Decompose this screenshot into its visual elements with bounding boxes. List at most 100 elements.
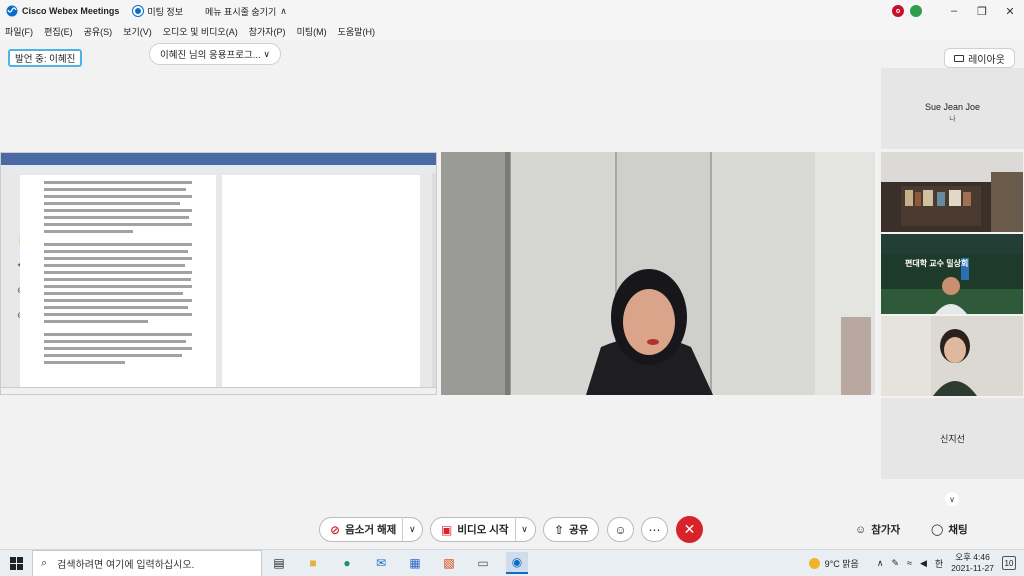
- notification-center-icon[interactable]: 10: [1002, 556, 1016, 570]
- participant-video-2[interactable]: 편대학 교수 밀상회: [881, 234, 1023, 314]
- menu-view[interactable]: 보기(V): [123, 25, 152, 38]
- shared-screen[interactable]: ✋ ❖ ⊕ ⊖: [0, 152, 437, 395]
- show-hidden-icons-icon[interactable]: ∧: [877, 558, 884, 569]
- reactions-button[interactable]: ☺: [607, 517, 634, 542]
- shared-content-selector[interactable]: 이혜진 님의 응용프로그... ∨: [149, 43, 281, 65]
- menu-help[interactable]: 도움말(H): [338, 25, 375, 38]
- participant-video-3-frame: [881, 316, 1023, 396]
- close-icon[interactable]: ✕: [996, 0, 1024, 22]
- self-participant-name: Sue Jean Joe: [924, 102, 981, 112]
- more-icon: ⋯: [648, 522, 661, 537]
- file-explorer-icon[interactable]: ■: [302, 552, 324, 574]
- active-speaker-indicator: 발언 중: 이혜진: [8, 49, 83, 67]
- menu-bar: 파일(F) 편집(E) 공유(S) 보기(V) 오디오 및 비디오(A) 참가자…: [0, 22, 1024, 40]
- task-view-icon[interactable]: ▤: [268, 552, 290, 574]
- title-bar: Cisco Webex Meetings 미팅 정보 메뉴 표시줄 숨기기 ∧ …: [0, 0, 1024, 22]
- menu-audio-video[interactable]: 오디오 및 비디오(A): [163, 25, 238, 38]
- sun-icon: [808, 557, 820, 569]
- document-page-right: [222, 175, 420, 387]
- participant-video-2-banner: 편대학 교수 밀상회: [905, 259, 969, 268]
- webex-logo-icon: [6, 5, 18, 17]
- layout-button[interactable]: 레이아웃: [944, 48, 1015, 68]
- edge-icon[interactable]: ●: [336, 552, 358, 574]
- video-off-icon: ▣: [441, 522, 453, 537]
- video-options-chevron-icon[interactable]: ∨: [516, 524, 534, 535]
- windows-taskbar: ⌕ 검색하려면 여기에 입력하십시오. ▤ ■ ● ✉ ▦ ▧ ▭ ◉ 9°C …: [0, 549, 1024, 576]
- layout-label: 레이아웃: [968, 54, 1005, 66]
- hide-menu-label: 메뉴 표시줄 숨기기: [205, 6, 277, 17]
- participants-label: 참가자: [871, 524, 901, 536]
- unmute-button[interactable]: ⊘ 음소거 해제 ∨: [319, 517, 423, 542]
- pen-icon[interactable]: ✎: [891, 558, 899, 569]
- participant-video-3[interactable]: [881, 316, 1023, 396]
- participant-name: 신지선: [940, 434, 965, 444]
- webex-taskbar-icon[interactable]: ◉: [506, 552, 528, 574]
- close-icon: ✕: [683, 521, 696, 537]
- restore-icon[interactable]: ❐: [968, 0, 996, 22]
- hide-menu-button[interactable]: 메뉴 표시줄 숨기기 ∧: [205, 5, 287, 18]
- search-placeholder: 검색하려면 여기에 입력하십시오.: [57, 559, 195, 571]
- volume-icon[interactable]: ◀: [920, 558, 927, 569]
- chevron-up-icon: ∧: [280, 5, 287, 16]
- taskbar-clock[interactable]: 오후 4:46 2021-11-27: [951, 552, 994, 574]
- search-icon: ⌕: [41, 556, 48, 569]
- network-health-icon[interactable]: [910, 5, 922, 17]
- system-tray: 9°C 맑음 ∧ ✎ ≈ ◀ 한 오후 4:46 2021-11-27 10: [808, 552, 1024, 574]
- layout-icon: [954, 54, 965, 62]
- store-icon[interactable]: ▦: [404, 552, 426, 574]
- shared-app-ribbon: [1, 153, 436, 165]
- start-button[interactable]: [0, 550, 32, 576]
- participant-video-1-frame: [881, 152, 1023, 232]
- participant-tile-audio-only[interactable]: 신지선: [881, 398, 1024, 479]
- meeting-controls: ⊘ 음소거 해제 ∨ ▣ 비디오 시작 ∨ ⇧ 공유 ☺ ⋯ ✕ ☺ 참가자 ◯…: [0, 509, 1024, 549]
- minimize-icon[interactable]: –: [940, 0, 968, 22]
- scroll-participants-down-icon[interactable]: ∨: [945, 492, 959, 506]
- menu-file[interactable]: 파일(F): [5, 25, 33, 38]
- chat-label: 채팅: [948, 524, 968, 536]
- participant-video-2-frame: [881, 234, 1023, 314]
- participant-video-1[interactable]: [881, 152, 1023, 232]
- emoji-icon: ☺: [614, 522, 627, 537]
- menu-edit[interactable]: 편집(E): [44, 25, 73, 38]
- clock-time: 오후 4:46: [955, 552, 990, 562]
- share-button[interactable]: ⇧ 공유: [543, 517, 599, 542]
- audio-options-chevron-icon[interactable]: ∨: [403, 524, 421, 535]
- chevron-down-icon: ∨: [263, 48, 270, 59]
- weather-widget[interactable]: 9°C 맑음: [808, 557, 859, 570]
- share-label: 공유: [569, 524, 589, 536]
- account-badge-icon[interactable]: o: [892, 5, 904, 17]
- start-video-label: 비디오 시작: [457, 524, 509, 536]
- meeting-info-label: 미팅 정보: [147, 6, 183, 17]
- more-options-button[interactable]: ⋯: [641, 517, 668, 542]
- clock-date: 2021-11-27: [951, 563, 994, 573]
- speaker-video-frame: [441, 152, 875, 395]
- shared-content-label: 이혜진 님의 응용프로그...: [160, 50, 261, 61]
- start-video-button[interactable]: ▣ 비디오 시작 ∨: [430, 517, 536, 542]
- chat-button[interactable]: ◯ 채팅: [931, 522, 968, 537]
- leave-meeting-button[interactable]: ✕: [676, 516, 703, 543]
- hwp-document-icon[interactable]: ▭: [472, 552, 494, 574]
- shared-app-statusbar: [1, 387, 436, 394]
- chat-icon: ◯: [931, 524, 944, 536]
- menu-share[interactable]: 공유(S): [84, 25, 113, 38]
- shield-icon: [132, 5, 145, 17]
- self-participant-tag: 나: [949, 116, 956, 123]
- unmute-label: 음소거 해제: [345, 524, 397, 536]
- microphone-muted-icon: ⊘: [330, 522, 341, 537]
- weather-label: 9°C 맑음: [824, 558, 859, 569]
- menu-meeting[interactable]: 미팅(M): [297, 25, 327, 38]
- participants-button[interactable]: ☺ 참가자: [855, 522, 900, 537]
- active-speaker-video[interactable]: [441, 152, 875, 395]
- office-icon[interactable]: ▧: [438, 552, 460, 574]
- windows-logo-icon: [9, 556, 23, 570]
- taskbar-search-input[interactable]: ⌕ 검색하려면 여기에 입력하십시오.: [32, 549, 262, 576]
- document-scrollbar[interactable]: [432, 173, 436, 387]
- mail-icon[interactable]: ✉: [370, 552, 392, 574]
- share-icon: ⇧: [554, 522, 565, 537]
- wifi-icon[interactable]: ≈: [907, 558, 912, 568]
- meeting-info-button[interactable]: 미팅 정보: [132, 5, 183, 18]
- menu-participants[interactable]: 참가자(P): [249, 25, 286, 38]
- ime-indicator[interactable]: 한: [935, 557, 943, 570]
- shared-app-toolbar: [1, 165, 436, 173]
- self-participant-tile[interactable]: Sue Jean Joe 나: [881, 68, 1024, 149]
